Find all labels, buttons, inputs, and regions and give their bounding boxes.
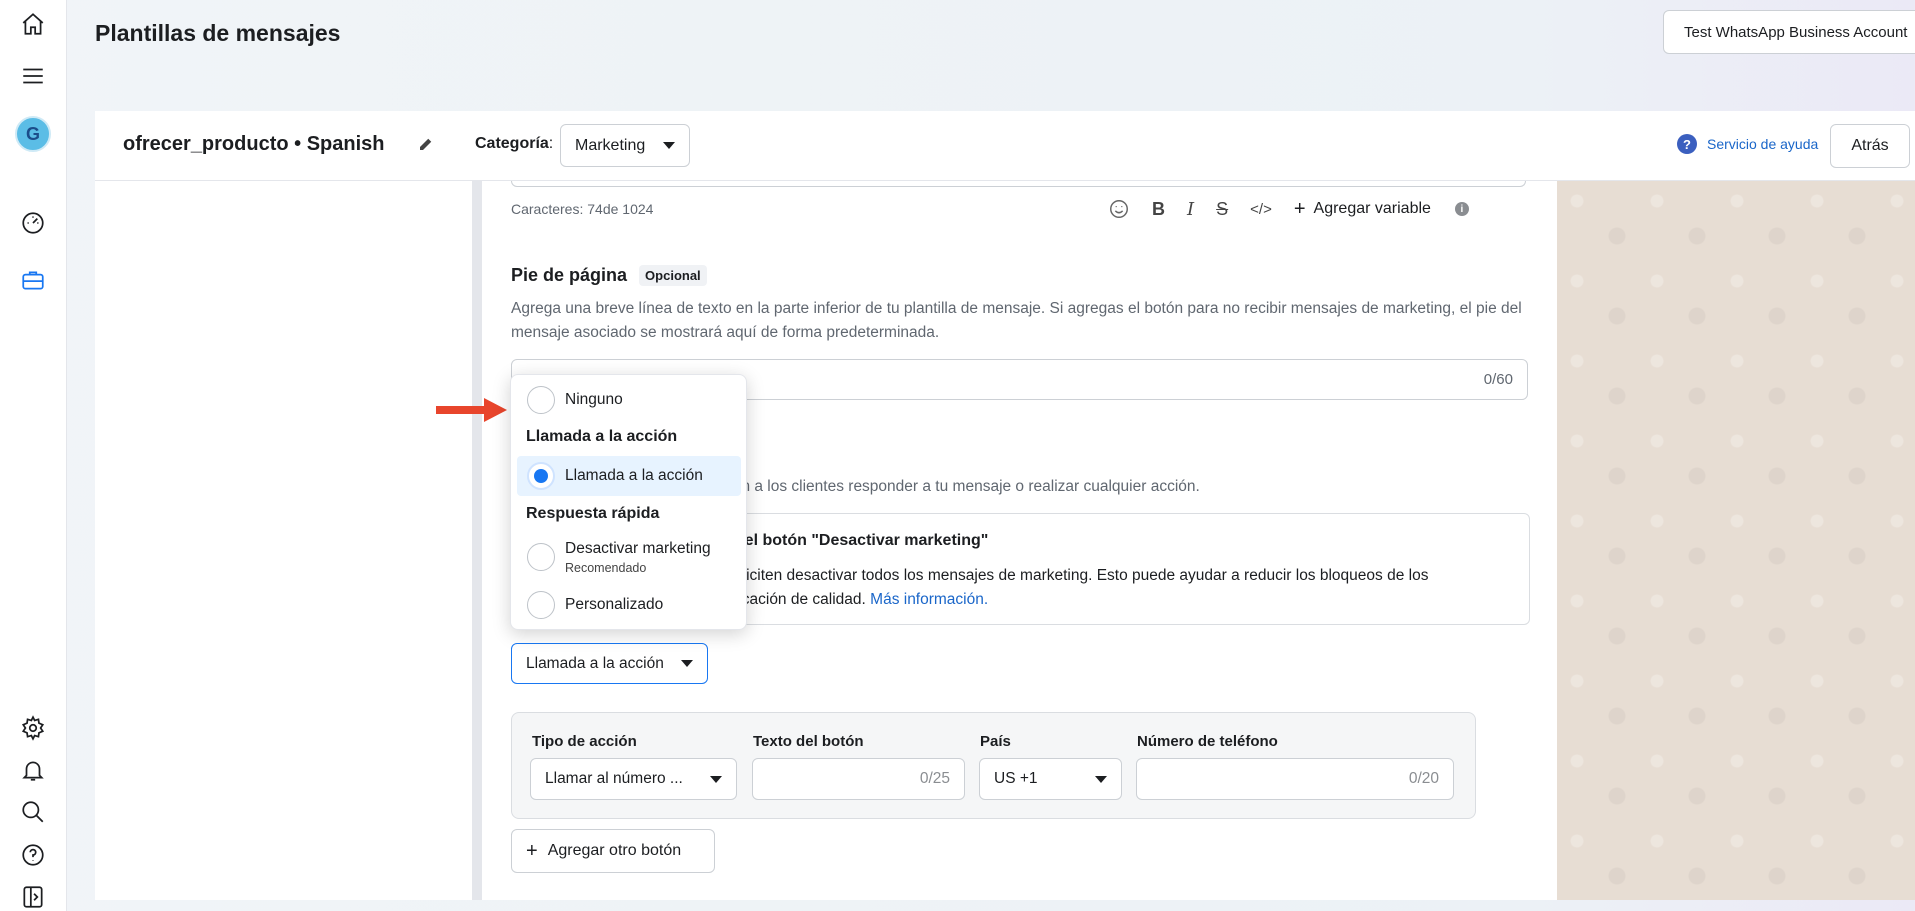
sidebar-toggle-icon[interactable] [17, 881, 49, 911]
optout-text-line-2: ficación de calidad. [734, 591, 866, 608]
button-text-label: Texto del botón [753, 733, 864, 750]
avatar[interactable]: G [15, 116, 51, 152]
option-marketing-optout[interactable]: Desactivar marketing Recomendado [517, 533, 741, 581]
strikethrough-button[interactable]: S [1216, 195, 1228, 223]
page-title: Plantillas de mensajes [95, 20, 341, 46]
country-value: US +1 [994, 770, 1038, 787]
option-none[interactable]: Ninguno [517, 383, 741, 417]
avatar-initial: G [25, 123, 40, 144]
body-textarea[interactable] [511, 181, 1526, 187]
left-rail: G [0, 0, 67, 911]
help-link-wrap[interactable]: ? Servicio de ayuda [1677, 134, 1818, 154]
option-call-to-action-label: Llamada a la acción [565, 467, 703, 484]
speedometer-icon[interactable] [17, 207, 49, 239]
footer-counter: 0/60 [1483, 371, 1513, 388]
info-icon[interactable]: i [1454, 202, 1469, 216]
action-type-select[interactable]: Llamar al número ... [530, 758, 737, 800]
phone-number-input[interactable]: 0/20 [1136, 758, 1454, 800]
gear-icon[interactable] [17, 712, 49, 744]
category-label: Categoría: [475, 135, 554, 152]
button-type-value: Llamada a la acción [526, 654, 664, 672]
button-text-counter: 0/25 [919, 770, 950, 787]
more-info-link[interactable]: Más información. [870, 591, 988, 608]
caret-down-icon [681, 660, 693, 667]
question-icon: ? [1677, 134, 1697, 154]
recommended-label: Recomendado [565, 560, 647, 575]
call-to-action-panel: Tipo de acción Llamar al número ... Text… [511, 712, 1476, 819]
bold-button[interactable]: B [1152, 195, 1165, 223]
group-call-to-action: Llamada a la acción [526, 428, 678, 445]
footer-section-title: Pie de página Opcional [511, 265, 707, 286]
briefcase-icon[interactable] [17, 264, 49, 296]
option-call-to-action[interactable]: Llamada a la acción [517, 456, 741, 496]
char-count: Caracteres: 74de 1024 [511, 201, 654, 217]
template-name: ofrecer_producto • Spanish [123, 133, 385, 155]
country-select[interactable]: US +1 [979, 758, 1122, 800]
option-custom-label: Personalizado [565, 596, 664, 613]
plus-icon: + [1293, 197, 1306, 220]
bell-icon[interactable] [17, 754, 49, 786]
phone-number-counter: 0/20 [1408, 770, 1439, 787]
option-none-label: Ninguno [565, 391, 623, 408]
add-variable-button[interactable]: + Agregar variable [1294, 198, 1431, 221]
radio-unchecked [527, 386, 555, 414]
add-variable-label: Agregar variable [1313, 200, 1431, 217]
button-type-select[interactable]: Llamada a la acción [511, 643, 708, 684]
action-type-value: Llamar al número ... [545, 770, 683, 787]
left-panel [95, 181, 472, 900]
footer-description: Agrega una breve línea de texto en la pa… [511, 300, 1522, 341]
radio-checked [527, 462, 555, 490]
radio-unchecked [527, 591, 555, 619]
emoji-icon[interactable] [1108, 195, 1130, 223]
optout-text-line-1: oliciten desactivar todos los mensajes d… [734, 567, 1429, 584]
category-select[interactable]: Marketing [560, 124, 690, 167]
button-type-dropdown: Ninguno Llamada a la acción Llamada a la… [510, 374, 747, 630]
buttons-description: rmitan a los clientes responder a tu men… [707, 478, 1200, 495]
radio-unchecked [527, 543, 555, 571]
footer-title-text: Pie de página [511, 265, 628, 285]
add-another-button-label: Agregar otro botón [547, 842, 682, 859]
optional-badge: Opcional [639, 265, 707, 286]
option-marketing-optout-label: Desactivar marketing [565, 539, 711, 557]
home-icon[interactable] [17, 8, 49, 40]
option-custom[interactable]: Personalizado [517, 587, 741, 623]
help-link[interactable]: Servicio de ayuda [1707, 136, 1818, 152]
category-label-text: Categoría [475, 135, 549, 152]
category-value: Marketing [575, 136, 646, 154]
add-another-button[interactable]: + Agregar otro botón [511, 829, 715, 873]
red-arrow-icon [436, 398, 507, 422]
formatting-toolbar: B I S </> + Agregar variable i [1108, 195, 1469, 223]
menu-icon[interactable] [17, 60, 49, 92]
search-icon[interactable] [17, 796, 49, 828]
code-button[interactable]: </> [1250, 195, 1272, 223]
caret-down-icon [710, 775, 722, 783]
country-label: País [980, 733, 1011, 750]
optout-title: r el botón "Desactivar marketing" [734, 532, 989, 549]
pencil-icon[interactable] [417, 135, 435, 153]
italic-button[interactable]: I [1187, 195, 1194, 223]
panel-divider [472, 181, 482, 900]
button-text-input[interactable]: 0/25 [752, 758, 965, 800]
group-quick-reply: Respuesta rápida [526, 505, 660, 522]
action-type-label: Tipo de acción [532, 733, 637, 750]
optout-text: oliciten desactivar todos los mensajes d… [734, 564, 1514, 612]
caret-down-icon [1095, 775, 1107, 783]
account-selector-button[interactable]: Test WhatsApp Business Account [1663, 10, 1915, 54]
caret-down-icon [663, 142, 675, 149]
phone-number-label: Número de teléfono [1137, 733, 1278, 750]
message-preview-background [1557, 181, 1915, 900]
plus-icon: + [526, 839, 538, 862]
help-icon[interactable] [17, 839, 49, 871]
option-marketing-optout-text: Desactivar marketing Recomendado [565, 540, 711, 575]
back-button[interactable]: Atrás [1830, 124, 1910, 168]
template-bar: ofrecer_producto • Spanish Categoría: Ma… [95, 111, 1915, 181]
